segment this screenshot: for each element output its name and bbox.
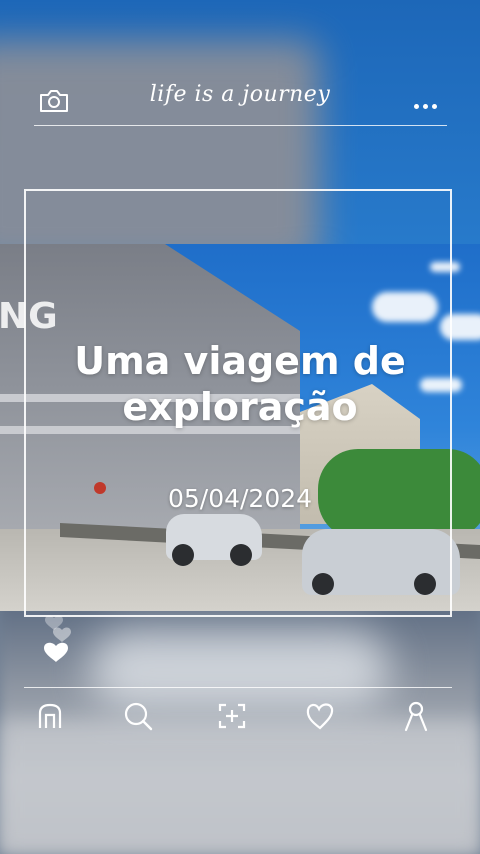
profile-icon[interactable] <box>396 698 436 734</box>
app-title: life is a journey <box>149 82 331 107</box>
search-icon[interactable] <box>118 698 158 734</box>
scan-add-icon[interactable] <box>212 698 252 734</box>
heart-icon <box>40 612 80 668</box>
header-divider <box>34 125 447 126</box>
nav-divider <box>24 687 452 688</box>
photo-date: 05/04/2024 <box>167 484 313 513</box>
home-icon[interactable] <box>30 698 70 734</box>
top-bar: life is a journey <box>0 78 480 126</box>
more-icon[interactable] <box>414 94 442 109</box>
background-road-blur <box>0 720 480 854</box>
caption-line-2: exploração <box>122 385 358 429</box>
caption-line-1: Uma viagem de <box>74 339 406 383</box>
photo-caption-title: Uma viagem de exploração <box>0 338 480 430</box>
heart-icon[interactable] <box>300 698 340 734</box>
bottom-nav <box>0 698 480 738</box>
